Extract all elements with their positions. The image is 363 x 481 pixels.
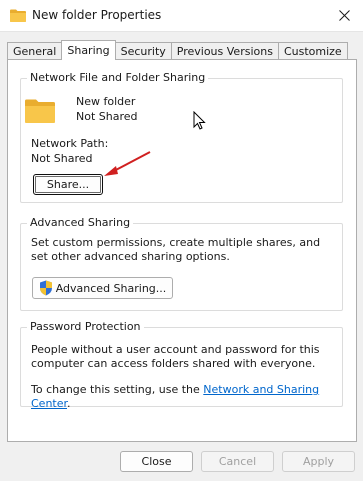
cancel-button[interactable]: Cancel (201, 451, 274, 472)
cancel-button-label: Cancel (218, 455, 257, 468)
close-button[interactable]: Close (120, 451, 193, 472)
advanced-sharing-description: Set custom permissions, create multiple … (31, 236, 321, 263)
advanced-sharing-button-label: Advanced Sharing... (55, 281, 167, 295)
tab-security[interactable]: Security (114, 42, 172, 59)
red-arrow-icon (104, 151, 151, 176)
close-icon (338, 10, 350, 21)
uac-shield-icon (39, 280, 52, 296)
folder-name: New folder (76, 95, 136, 108)
share-button-label: Share... (46, 178, 90, 191)
network-path-label: Network Path: (31, 137, 109, 150)
network-path-value: Not Shared (31, 152, 93, 165)
network-sharing-title: Network File and Folder Sharing (27, 71, 209, 84)
change-setting-text: To change this setting, use the Network … (31, 383, 336, 411)
tab-general[interactable]: General (7, 42, 63, 59)
folder-icon (25, 99, 55, 123)
close-window-button[interactable] (325, 0, 363, 31)
tab-sharing[interactable]: Sharing (61, 40, 116, 60)
password-protection-title: Password Protection (27, 320, 144, 333)
tab-previous-versions[interactable]: Previous Versions (170, 42, 279, 59)
folder-icon (10, 9, 26, 22)
change-setting-prefix: To change this setting, use the (31, 383, 204, 396)
advanced-sharing-title: Advanced Sharing (27, 216, 134, 229)
close-button-label: Close (141, 455, 172, 468)
advanced-sharing-button[interactable]: Advanced Sharing... (32, 277, 173, 299)
tab-customize[interactable]: Customize (277, 42, 348, 59)
window-title: New folder Properties (32, 8, 162, 22)
folder-share-status: Not Shared (76, 110, 138, 123)
change-setting-suffix: . (67, 397, 71, 410)
mouse-cursor-icon (193, 111, 206, 130)
apply-button-label: Apply (302, 455, 335, 468)
apply-button[interactable]: Apply (282, 451, 355, 472)
password-protection-description: People without a user account and passwo… (31, 343, 320, 370)
title-bar: New folder Properties (0, 0, 363, 32)
tab-strip: General Sharing Security Previous Versio… (7, 40, 348, 60)
share-button[interactable]: Share... (33, 174, 103, 195)
